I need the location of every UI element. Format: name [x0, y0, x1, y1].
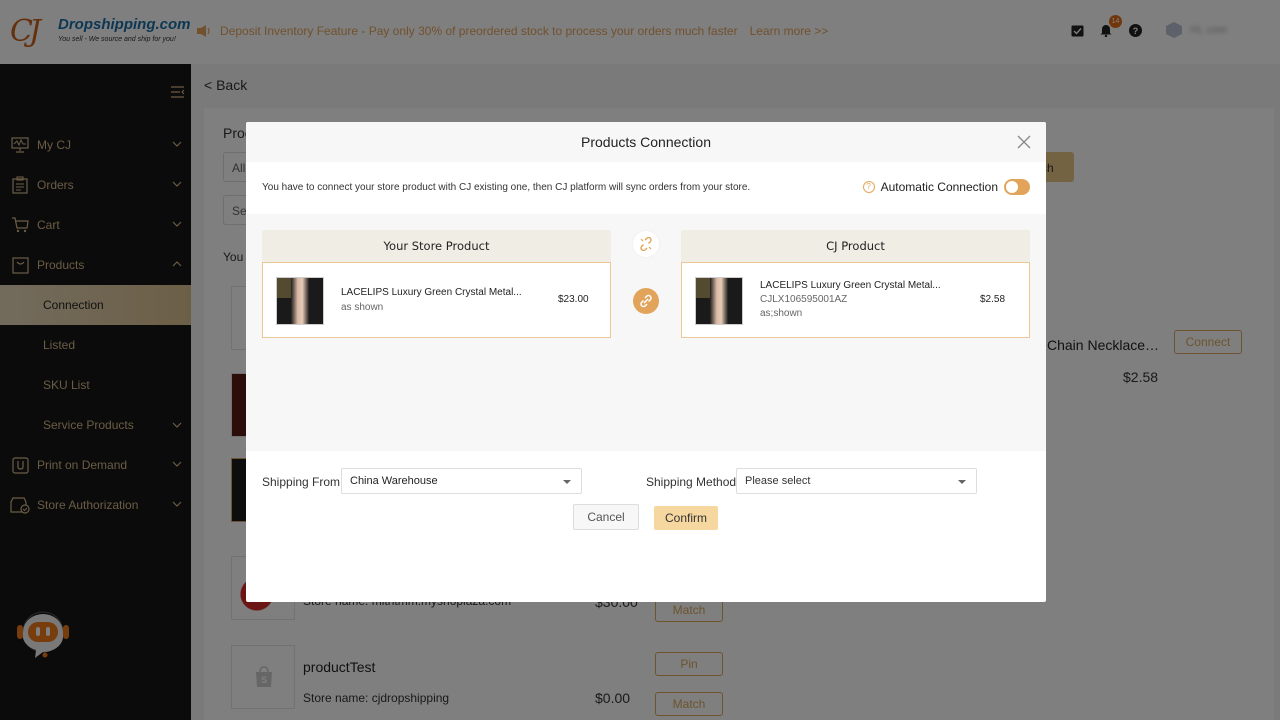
unlink-button[interactable] [633, 231, 659, 257]
shipping-row: Shipping From: China Warehouse Shipping … [246, 451, 1046, 521]
toggle-knob [1006, 181, 1018, 193]
shipping-method-label: Shipping Method: [646, 475, 740, 489]
products-connection-modal: Products Connection You have to connect … [246, 122, 1046, 602]
product-comparison: Your Store Product LACELIPS Luxury Green… [246, 214, 1046, 451]
store-product-column: Your Store Product LACELIPS Luxury Green… [262, 230, 611, 338]
info-row: You have to connect your store product w… [246, 162, 1046, 214]
store-product-price: $23.00 [558, 294, 589, 305]
auto-connection-label: Automatic Connection [880, 180, 998, 194]
auto-connection-toggle[interactable] [1004, 179, 1030, 195]
cj-product-column: CJ Product LACELIPS Luxury Green Crystal… [681, 230, 1030, 338]
cancel-button[interactable]: Cancel [573, 504, 639, 530]
shipping-method-select[interactable]: Please select [736, 468, 977, 494]
shipping-from-value: China Warehouse [350, 475, 438, 487]
caret-down-icon [958, 480, 966, 484]
link-button[interactable] [633, 288, 659, 314]
product-thumbnail [695, 277, 743, 325]
confirm-button[interactable]: Confirm [654, 506, 718, 530]
cj-product-card[interactable]: LACELIPS Luxury Green Crystal Metal... C… [681, 262, 1030, 338]
shipping-method-placeholder: Please select [745, 475, 811, 487]
unlink-icon [640, 237, 652, 251]
store-product-name: LACELIPS Luxury Green Crystal Metal... [341, 287, 522, 298]
cj-product-variant: as;shown [760, 308, 803, 319]
caret-down-icon [563, 480, 571, 484]
shipping-from-select[interactable]: China Warehouse [341, 468, 582, 494]
store-product-variant: as shown [341, 302, 384, 313]
modal-title: Products Connection [581, 134, 711, 150]
info-text: You have to connect your store product w… [262, 182, 751, 193]
product-thumbnail [276, 277, 324, 325]
store-product-card[interactable]: LACELIPS Luxury Green Crystal Metal... a… [262, 262, 611, 338]
auto-connection: ? Automatic Connection [862, 179, 1030, 195]
close-icon[interactable] [1016, 134, 1032, 150]
shipping-from-label: Shipping From: [262, 475, 344, 489]
question-icon[interactable]: ? [862, 181, 875, 193]
cj-product-name: LACELIPS Luxury Green Crystal Metal... [760, 280, 941, 291]
store-product-header: Your Store Product [262, 230, 611, 262]
modal-header: Products Connection [246, 122, 1046, 162]
cj-product-sku: CJLX106595001AZ [760, 294, 848, 305]
cj-product-price: $2.58 [980, 294, 1006, 305]
link-icon [640, 294, 652, 308]
cj-product-header: CJ Product [681, 230, 1030, 262]
